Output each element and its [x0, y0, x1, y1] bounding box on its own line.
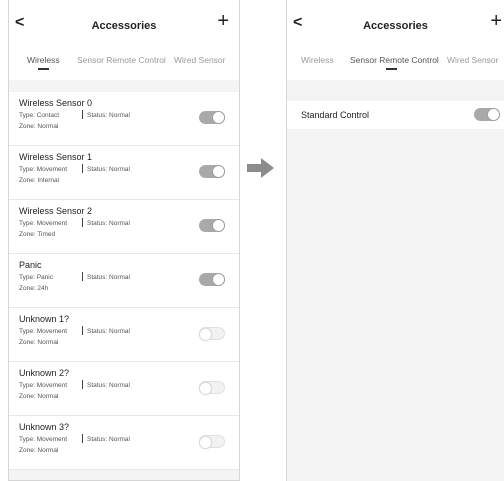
device-status: Status: Normal	[87, 220, 130, 227]
active-tab-indicator	[386, 68, 397, 70]
device-name: Wireless Sensor 2	[19, 206, 93, 216]
device-type: Type: Movement	[19, 220, 68, 227]
left-screen: < Accessories + Wireless Sensor Remote C…	[8, 0, 240, 481]
device-zone: Zone: 24h	[19, 285, 49, 292]
device-type: Type: Movement	[19, 328, 68, 335]
device-name: Panic	[19, 260, 42, 270]
header: < Accessories +	[287, 0, 504, 44]
toggle-knob	[199, 328, 212, 341]
list-item[interactable]: Wireless Sensor 0 Type: Contact Status: …	[9, 92, 239, 146]
list-item[interactable]: Wireless Sensor 2 Type: Movement Status:…	[9, 200, 239, 254]
list-item[interactable]: Wireless Sensor 1 Type: Movement Status:…	[9, 146, 239, 200]
tab-sensor-remote-control[interactable]: Sensor Remote Control	[77, 55, 166, 65]
device-status: Status: Normal	[87, 274, 130, 281]
toggle-knob	[212, 219, 225, 232]
plus-icon[interactable]: +	[217, 11, 229, 31]
divider	[82, 326, 83, 335]
device-list: Wireless Sensor 0 Type: Contact Status: …	[9, 92, 239, 470]
enable-toggle[interactable]	[199, 165, 225, 178]
list-item[interactable]: Panic Type: Panic Status: Normal Zone: 2…	[9, 254, 239, 308]
list-item[interactable]: Unknown 2? Type: Movement Status: Normal…	[9, 362, 239, 416]
divider	[82, 434, 83, 443]
device-type: Type: Movement	[19, 436, 68, 443]
control-list: Standard Control	[287, 101, 504, 129]
tab-bar: Wireless Sensor Remote Control Wired Sen…	[9, 44, 239, 80]
enable-toggle[interactable]	[474, 108, 500, 121]
control-name: Standard Control	[301, 110, 370, 120]
device-status: Status: Normal	[87, 436, 130, 443]
device-type: Type: Panic	[19, 274, 53, 281]
device-zone: Zone: Internal	[19, 177, 60, 184]
enable-toggle[interactable]	[199, 273, 225, 286]
device-status: Status: Normal	[87, 382, 130, 389]
list-item[interactable]: Unknown 1? Type: Movement Status: Normal…	[9, 308, 239, 362]
device-type: Type: Movement	[19, 166, 68, 173]
divider	[82, 164, 83, 173]
device-zone: Zone: Normal	[19, 339, 59, 346]
tab-wired-sensor[interactable]: Wired Sensor	[174, 55, 226, 65]
divider	[82, 110, 83, 119]
toggle-knob	[212, 273, 225, 286]
enable-toggle[interactable]	[199, 435, 225, 449]
enable-toggle[interactable]	[199, 111, 225, 124]
device-zone: Zone: Normal	[19, 123, 59, 130]
tab-wireless[interactable]: Wireless	[301, 55, 334, 65]
toggle-knob	[212, 165, 225, 178]
device-name: Unknown 1?	[19, 314, 70, 324]
enable-toggle[interactable]	[199, 327, 225, 341]
plus-icon[interactable]: +	[490, 11, 502, 31]
device-name: Wireless Sensor 1	[19, 152, 93, 162]
right-screen: < Accessories + Wireless Sensor Remote C…	[286, 0, 504, 481]
device-zone: Zone: Timed	[19, 231, 56, 238]
toggle-knob	[199, 382, 212, 395]
list-item[interactable]: Unknown 3? Type: Movement Status: Normal…	[9, 416, 239, 470]
toggle-knob	[487, 108, 500, 121]
toggle-knob	[212, 111, 225, 124]
device-status: Status: Normal	[87, 328, 130, 335]
divider	[82, 218, 83, 227]
device-type: Type: Movement	[19, 382, 68, 389]
device-name: Unknown 3?	[19, 422, 70, 432]
tab-wired-sensor[interactable]: Wired Sensor	[447, 55, 499, 65]
divider	[82, 272, 83, 281]
tab-bar: Wireless Sensor Remote Control Wired Sen…	[287, 44, 504, 80]
active-tab-indicator	[38, 68, 49, 70]
tab-wireless[interactable]: Wireless	[27, 55, 60, 65]
device-name: Wireless Sensor 0	[19, 98, 93, 108]
enable-toggle[interactable]	[199, 381, 225, 395]
page-title: Accessories	[91, 20, 157, 32]
device-zone: Zone: Normal	[19, 447, 59, 454]
device-status: Status: Normal	[87, 166, 130, 173]
device-name: Unknown 2?	[19, 368, 70, 378]
device-type: Type: Contact	[19, 112, 60, 119]
tab-sensor-remote-control[interactable]: Sensor Remote Control	[350, 55, 439, 65]
enable-toggle[interactable]	[199, 219, 225, 232]
arrow-right-icon	[247, 158, 274, 178]
page-title: Accessories	[363, 20, 428, 32]
device-status: Status: Normal	[87, 112, 130, 119]
toggle-knob	[199, 436, 212, 449]
header: < Accessories +	[9, 0, 239, 44]
device-zone: Zone: Normal	[19, 393, 59, 400]
divider	[82, 380, 83, 389]
